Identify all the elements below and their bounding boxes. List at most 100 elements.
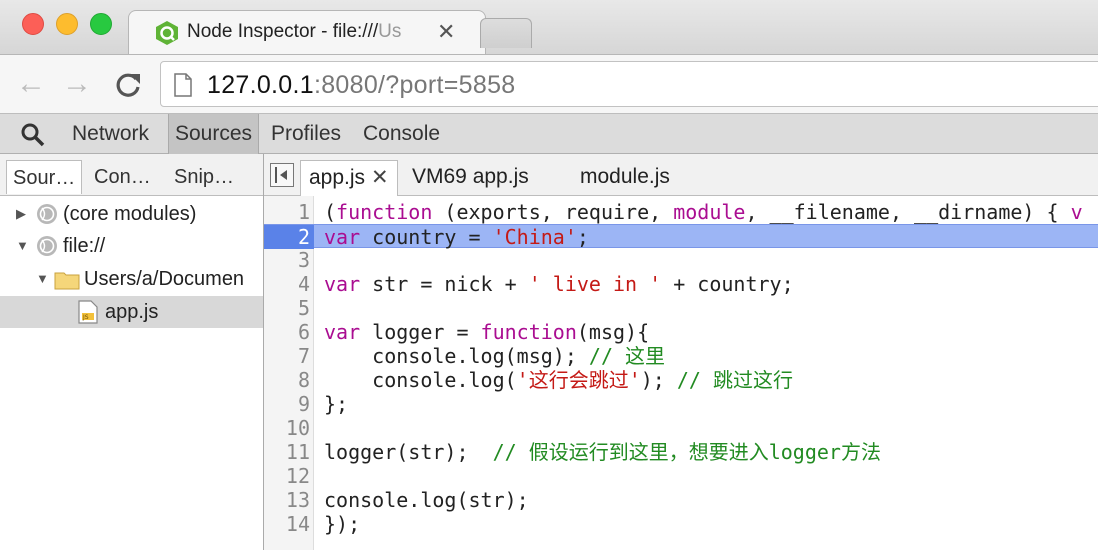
code-token: str = nick +: [360, 272, 529, 296]
code-token: });: [324, 512, 361, 536]
forward-arrow-icon[interactable]: →: [62, 67, 92, 101]
code-line: 10: [264, 416, 1098, 440]
navigator-tab-snippets[interactable]: Snip…: [168, 160, 240, 194]
tab-sources[interactable]: Sources: [168, 114, 260, 154]
code-text: var logger = function(msg){: [324, 320, 649, 344]
code-token: logger(str);: [324, 440, 493, 464]
code-token: console.log(: [324, 368, 517, 392]
code-line: 7 console.log(msg); // 这里: [264, 344, 1098, 368]
line-number[interactable]: 11: [264, 440, 310, 464]
new-tab-button[interactable]: [480, 18, 532, 48]
code-line: 3: [264, 248, 1098, 272]
code-editor[interactable]: 1 (function (exports, require, module, __…: [264, 196, 1098, 550]
expand-arrow-icon[interactable]: ▶: [16, 198, 26, 230]
address-bar[interactable]: 127.0.0.1:8080/?port=5858: [160, 61, 1098, 107]
code-text: (function (exports, require, module, __f…: [324, 200, 1083, 224]
toggle-navigator-icon[interactable]: [270, 163, 294, 187]
code-token: };: [324, 392, 349, 416]
line-number[interactable]: 9: [264, 392, 310, 416]
editor-tabstrip: app.js ✕ VM69 app.js module.js: [264, 154, 1098, 196]
line-number[interactable]: 1: [264, 200, 310, 224]
window-maximize-button[interactable]: [90, 13, 112, 35]
editor-tab-module-js[interactable]: module.js: [572, 160, 678, 196]
line-number[interactable]: 6: [264, 320, 310, 344]
line-number[interactable]: 12: [264, 464, 310, 488]
search-icon[interactable]: [20, 122, 46, 148]
tree-item-core-modules[interactable]: ▶ (core modules): [0, 198, 263, 230]
devtools-toolbar: Network Sources Profiles Console: [0, 114, 1098, 154]
code-line-current: 2 var country = 'China';: [264, 224, 1098, 249]
code-token: function: [480, 320, 577, 344]
tree-item-app-js[interactable]: JS app.js: [0, 296, 263, 328]
browser-toolbar: ← → 127.0.0.1:8080/?port=5858: [0, 54, 1098, 114]
code-token: console.log(msg);: [324, 344, 589, 368]
collapse-arrow-icon[interactable]: ▼: [16, 230, 29, 262]
code-token: function: [336, 200, 433, 224]
line-number[interactable]: 10: [264, 416, 310, 440]
line-number[interactable]: 8: [264, 368, 310, 392]
editor-tab-app-js[interactable]: app.js ✕: [300, 160, 398, 196]
code-token: );: [640, 368, 677, 392]
tree-item-label: app.js: [105, 301, 159, 323]
tree-item-label: Users/a/Documen: [84, 268, 245, 290]
svg-text:JS: JS: [82, 314, 89, 321]
tab-title: Node Inspector - file:///Us: [187, 21, 402, 42]
code-text: console.log('这行会跳过'); // 跳过这行: [324, 368, 793, 392]
tree-item-label: file://: [63, 235, 106, 257]
code-token: (exports, require,: [432, 200, 674, 224]
window-close-button[interactable]: [22, 13, 44, 35]
code-text: var str = nick + ' live in ' + country;: [324, 272, 794, 296]
code-text: logger(str); // 假设运行到这里，想要进入logger方法: [324, 440, 881, 464]
js-file-icon: JS: [78, 300, 98, 324]
window-minimize-button[interactable]: [56, 13, 78, 35]
code-token: country =: [360, 225, 493, 249]
code-line: 13 console.log(str);: [264, 488, 1098, 512]
navigator-tab-sources[interactable]: Sour…: [6, 160, 83, 194]
line-number[interactable]: 3: [264, 248, 310, 272]
code-token: logger =: [360, 320, 481, 344]
tree-item-folder[interactable]: ▼ Users/a/Documen: [0, 263, 263, 295]
code-token: (: [324, 200, 337, 224]
tab-profiles[interactable]: Profiles: [265, 114, 347, 154]
code-token: var: [324, 225, 361, 249]
code-line: 1 (function (exports, require, module, __…: [264, 200, 1098, 224]
line-number[interactable]: 7: [264, 344, 310, 368]
browser-titlebar: Node Inspector - file:///Us ✕: [0, 0, 1098, 56]
navigator-tab-content-scripts[interactable]: Con…: [88, 160, 157, 194]
code-line: 6 var logger = function(msg){: [264, 320, 1098, 344]
code-token: 'China': [492, 225, 577, 249]
code-text: console.log(msg); // 这里: [324, 344, 665, 368]
code-token: '这行会跳过': [516, 368, 641, 392]
tab-close-icon[interactable]: ✕: [437, 19, 455, 45]
code-line: 14});: [264, 512, 1098, 536]
code-token: // 假设运行到这里，想要进入logger方法: [492, 440, 881, 464]
code-token: var: [324, 320, 361, 344]
code-text: var country = 'China';: [324, 225, 589, 249]
line-number[interactable]: 14: [264, 512, 310, 536]
sources-navigator: Sour… Con… Snip… ▶ (core modules) ▼ file…: [0, 154, 264, 550]
back-arrow-icon[interactable]: ←: [16, 67, 46, 101]
code-token: console.log(str);: [324, 488, 529, 512]
line-number[interactable]: 2: [264, 225, 314, 249]
editor-tab-vm69-app-js[interactable]: VM69 app.js: [404, 160, 537, 196]
line-number[interactable]: 4: [264, 272, 310, 296]
page-icon: [174, 73, 192, 97]
close-icon[interactable]: ✕: [371, 166, 389, 189]
code-text: console.log(str);: [324, 488, 529, 512]
globe-icon: [37, 204, 57, 224]
tab-network[interactable]: Network: [66, 114, 155, 154]
collapse-arrow-icon[interactable]: ▼: [36, 263, 49, 295]
tab-console[interactable]: Console: [357, 114, 446, 154]
tree-item-file[interactable]: ▼ file://: [0, 230, 263, 262]
line-number[interactable]: 13: [264, 488, 310, 512]
line-number[interactable]: 5: [264, 296, 310, 320]
reload-icon[interactable]: [114, 71, 142, 99]
code-token: module: [673, 200, 746, 224]
code-token: , __filename, __dirname) {: [745, 200, 1071, 224]
code-line: 11 logger(str); // 假设运行到这里，想要进入logger方法: [264, 440, 1098, 464]
code-line: 5: [264, 296, 1098, 320]
code-line: 9};: [264, 392, 1098, 416]
code-line: 12: [264, 464, 1098, 488]
navigator-tabs: Sour… Con… Snip…: [0, 154, 263, 196]
browser-tab-active[interactable]: Node Inspector - file:///Us ✕: [128, 10, 486, 56]
